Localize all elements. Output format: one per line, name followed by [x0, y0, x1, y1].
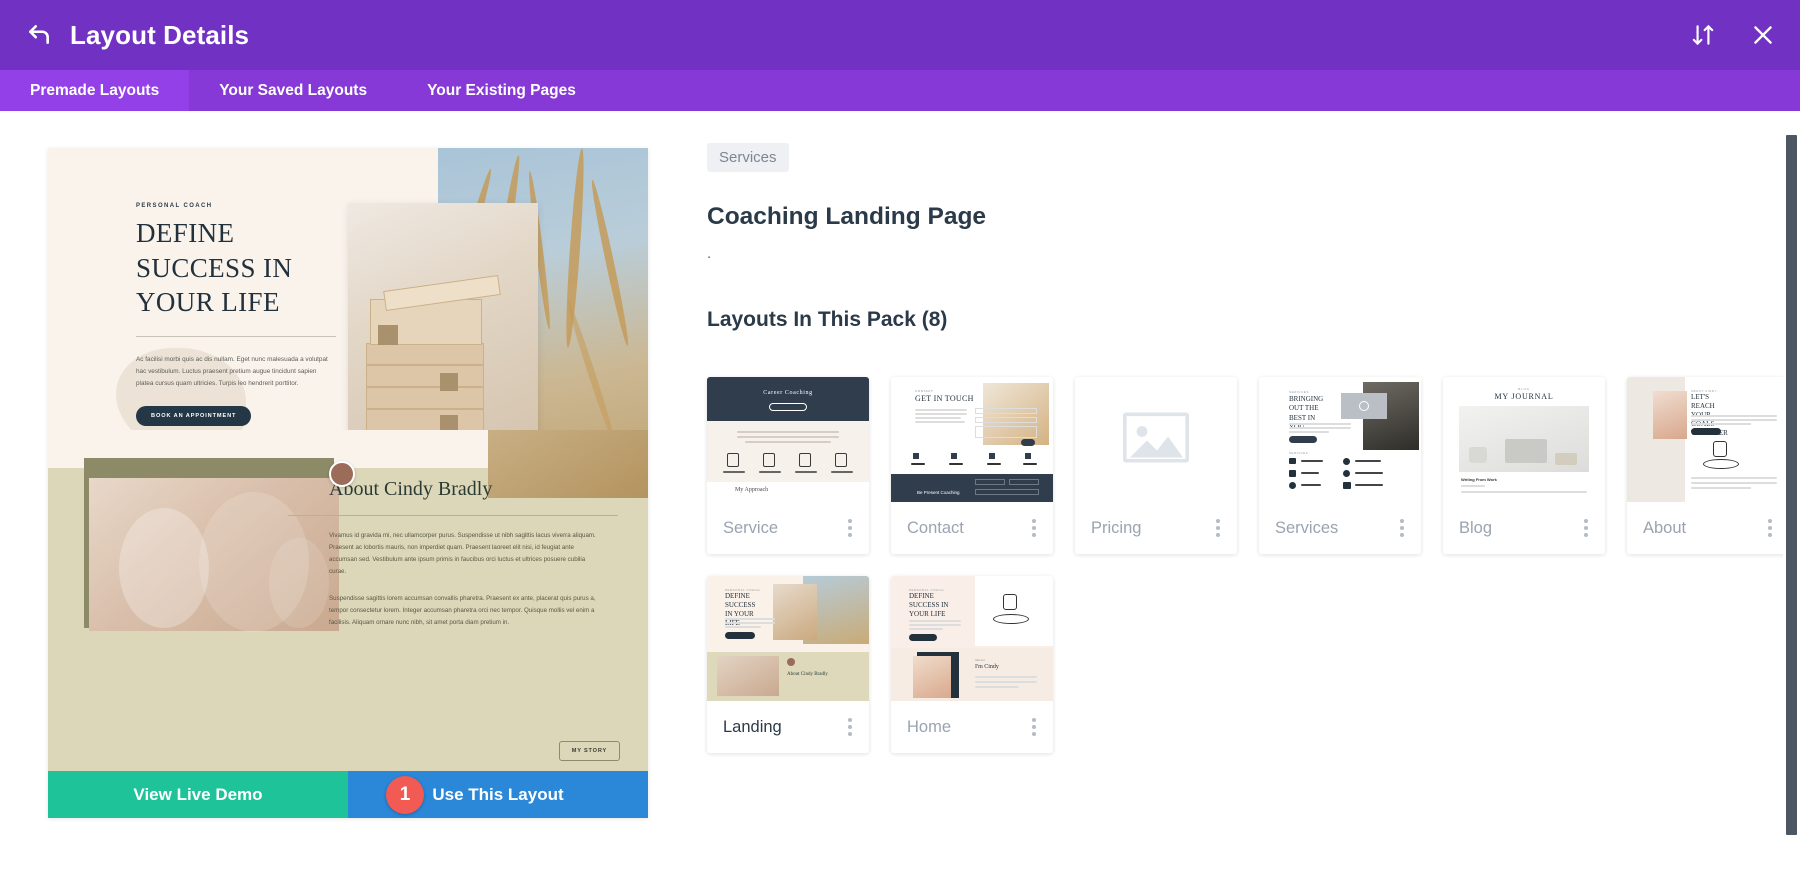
about-heading: About Cindy Bradly	[329, 478, 493, 500]
layout-card-footer: Landing	[707, 701, 869, 753]
thumb-subtitle: Be Present Coaching	[917, 490, 960, 495]
layout-card-label: Blog	[1459, 518, 1493, 537]
more-options-icon[interactable]	[1028, 714, 1040, 740]
preview-action-bar: View Live Demo 1 Use This Layout	[48, 771, 648, 818]
thumb-subtitle: I'm Cindy	[975, 664, 999, 670]
hero-divider	[136, 336, 336, 337]
content-area: PERSONAL COACH DEFINE SUCCESS IN YOUR LI…	[0, 111, 1800, 892]
layout-thumbnail: CONTACT GET IN TOUCH Be Present Coaching	[891, 377, 1053, 502]
vertical-scrollbar-track[interactable]	[1783, 111, 1800, 892]
layout-thumbnail: PERSONAL COACH DEFINE SUCCESS IN YOUR LI…	[891, 576, 1053, 701]
thumb-title: Career Coaching	[763, 390, 813, 396]
thumb-subtitle: My Approach	[735, 487, 769, 493]
hero-kicker: PERSONAL COACH	[136, 203, 213, 209]
sort-updown-icon[interactable]	[1690, 22, 1716, 48]
hero-cta-button: BOOK AN APPOINTMENT	[136, 406, 252, 426]
view-live-demo-button[interactable]: View Live Demo	[48, 771, 348, 818]
about-paragraph-1: Vivamus id gravida mi, nec ullamcorper p…	[329, 532, 596, 576]
more-options-icon[interactable]	[1212, 515, 1224, 541]
more-options-icon[interactable]	[844, 515, 856, 541]
more-options-icon[interactable]	[844, 714, 856, 740]
layout-card-footer: Contact	[891, 502, 1053, 554]
tab-your-saved-layouts[interactable]: Your Saved Layouts	[189, 70, 397, 111]
about-paragraph-2: Suspendisse sagittis lorem accumsan conv…	[329, 595, 596, 627]
preview-column: PERSONAL COACH DEFINE SUCCESS IN YOUR LI…	[0, 111, 648, 892]
tab-premade-layouts[interactable]: Premade Layouts	[0, 70, 190, 111]
layout-card-pricing[interactable]: Pricing	[1075, 377, 1237, 554]
use-this-layout-label: Use This Layout	[432, 784, 564, 804]
layout-card-home[interactable]: PERSONAL COACH DEFINE SUCCESS IN YOUR LI…	[891, 576, 1053, 753]
layout-card-footer: Services	[1259, 502, 1421, 554]
topbar: Layout Details	[0, 0, 1800, 70]
layout-card-contact[interactable]: CONTACT GET IN TOUCH Be Present Coaching…	[891, 377, 1053, 554]
more-options-icon[interactable]	[1396, 515, 1408, 541]
layout-thumbnail: SERVICES BRINGING OUT THE BEST IN YOU SE…	[1259, 377, 1421, 502]
preview-hero-section: PERSONAL COACH DEFINE SUCCESS IN YOUR LI…	[48, 148, 648, 466]
more-options-icon[interactable]	[1028, 515, 1040, 541]
image-placeholder-icon	[1122, 411, 1190, 467]
layout-card-footer: Home	[891, 701, 1053, 753]
layout-card-footer: Blog	[1443, 502, 1605, 554]
about-photo-frame	[84, 458, 339, 632]
hero-heading: DEFINE SUCCESS IN YOUR LIFE	[136, 218, 293, 318]
layout-thumbnail: BLOG MY JOURNAL Writing From Work	[1443, 377, 1605, 502]
category-badge[interactable]: Services	[707, 143, 789, 172]
layout-card-footer: Service	[707, 502, 869, 554]
layout-card-blog[interactable]: BLOG MY JOURNAL Writing From Work Blog	[1443, 377, 1605, 554]
layout-card-label: About	[1643, 518, 1687, 537]
layout-card-label: Landing	[723, 717, 782, 736]
more-options-icon[interactable]	[1764, 515, 1776, 541]
thumb-subtitle: About Cindy Bradly	[787, 672, 828, 677]
about-hands-photo	[89, 478, 339, 632]
thumb-subtitle: Writing From Work	[1461, 477, 1497, 482]
thumb-title: DEFINE SUCCESS IN YOUR LIFE	[909, 592, 949, 619]
layout-thumbnail: ABOUT CINDY LET'S REACH YOUR GOALS TOGET…	[1627, 377, 1789, 502]
back-arrow-icon[interactable]	[26, 22, 52, 48]
layout-thumbnail: Career Coaching My Approach	[707, 377, 869, 502]
pack-layouts-heading: Layouts In This Pack (8)	[707, 308, 948, 331]
pack-title: Coaching Landing Page	[707, 203, 987, 230]
layout-card-services[interactable]: SERVICES BRINGING OUT THE BEST IN YOU SE…	[1259, 377, 1421, 554]
pack-description: .	[707, 245, 712, 262]
layout-card-about[interactable]: ABOUT CINDY LET'S REACH YOUR GOALS TOGET…	[1627, 377, 1789, 554]
layout-card-label: Contact	[907, 518, 964, 537]
about-cta-button: MY STORY	[558, 741, 620, 761]
about-divider	[288, 515, 618, 516]
layout-card-footer: Pricing	[1075, 502, 1237, 554]
avatar	[329, 461, 355, 487]
layout-card-label: Pricing	[1091, 518, 1142, 537]
layout-card-service[interactable]: Career Coaching My Approach Service	[707, 377, 869, 554]
thumb-title: GET IN TOUCH	[915, 394, 974, 403]
more-options-icon[interactable]	[1580, 515, 1592, 541]
layouts-grid: Career Coaching My Approach Service CONT…	[707, 377, 1800, 753]
layout-card-label: Home	[907, 717, 952, 736]
page-title: Layout Details	[70, 19, 250, 50]
close-icon[interactable]	[1750, 22, 1776, 48]
use-this-layout-button[interactable]: 1 Use This Layout	[348, 771, 648, 818]
layout-thumbnail	[1075, 377, 1237, 502]
layout-card-footer: About	[1627, 502, 1789, 554]
hero-blocks-photo	[348, 203, 538, 466]
layout-preview-card: PERSONAL COACH DEFINE SUCCESS IN YOUR LI…	[48, 148, 648, 818]
step-badge: 1	[386, 775, 424, 814]
layout-preview-image: PERSONAL COACH DEFINE SUCCESS IN YOUR LI…	[48, 148, 648, 771]
hero-paragraph: Ac facilisi morbi quis ac dis nullam. Eg…	[136, 356, 328, 387]
vertical-scrollbar-thumb[interactable]	[1786, 135, 1797, 835]
layout-thumbnail: PERSONAL COACH DEFINE SUCCESS IN YOUR LI…	[707, 576, 869, 701]
tab-your-existing-pages[interactable]: Your Existing Pages	[397, 70, 606, 111]
layout-card-label: Services	[1275, 518, 1339, 537]
details-column: Services Coaching Landing Page . Layouts…	[601, 111, 1800, 892]
layout-card-landing[interactable]: PERSONAL COACH DEFINE SUCCESS IN YOUR LI…	[707, 576, 869, 753]
tabbar: Premade Layouts Your Saved Layouts Your …	[0, 70, 1800, 111]
layout-card-label: Service	[723, 518, 779, 537]
thumb-title: MY JOURNAL	[1494, 392, 1554, 401]
topbar-actions	[1690, 0, 1776, 70]
